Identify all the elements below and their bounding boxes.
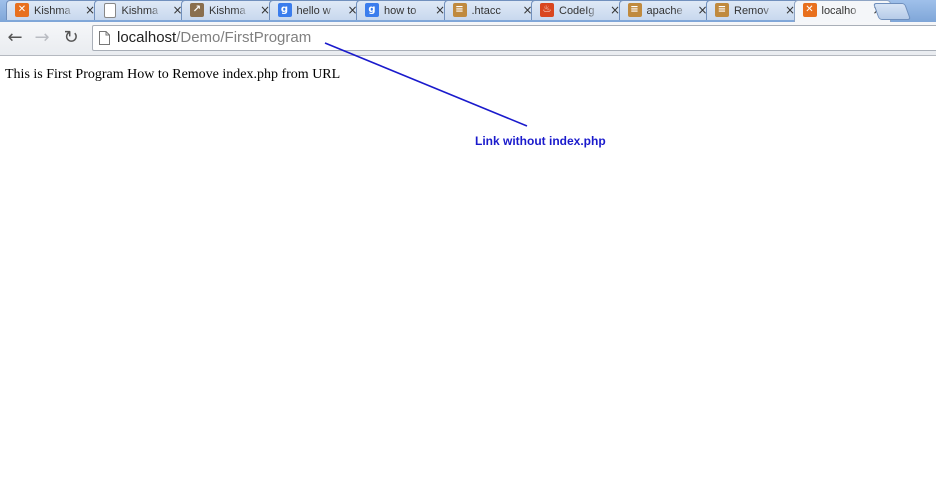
- annotation-label: Link without index.php: [475, 134, 606, 148]
- annotation-arrow-line: [324, 42, 528, 127]
